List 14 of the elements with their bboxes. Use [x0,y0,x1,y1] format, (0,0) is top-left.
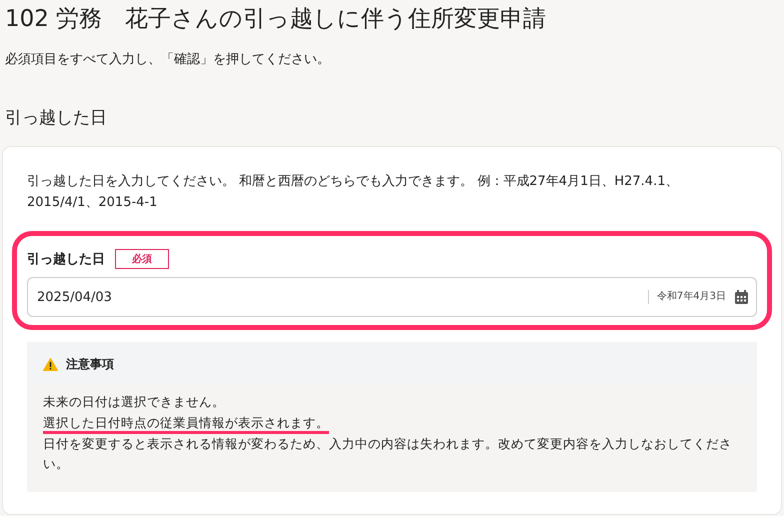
required-badge: 必須 [115,249,169,269]
page-title: 102 労務 花子さんの引っ越しに伴う住所変更申請 [4,5,548,34]
notice-text: 未来の日付は選択できません。 [43,393,226,411]
instruction-text: 必須項目をすべて入力し、「確認」を押してください。 [5,51,331,68]
calendar-icon[interactable] [735,290,748,304]
warning-icon [43,358,58,371]
section-heading: 引っ越した日 [5,107,108,130]
era-date-text: 令和7年4月3日 [648,290,726,304]
field-label: 引っ越した日 [27,251,105,268]
notice-title: 注意事項 [66,356,114,373]
description-text: 引っ越した日を入力してください。 和暦と西暦のどちらでも入力できます。 例：平成27年4月1日、H27.4.1、2015/4/1、2015-4-1 [27,173,680,212]
notice-text: 日付を変更すると表示される情報が変わるため、入力中の内容は失われます。改めて変更内容を入力しなおしてください。 [43,435,733,473]
date-field[interactable]: 2025/04/03 令和7年4月3日 [27,277,757,317]
notice-text: 選択した日付時点の従業員情報が表示されます。 [43,414,329,434]
